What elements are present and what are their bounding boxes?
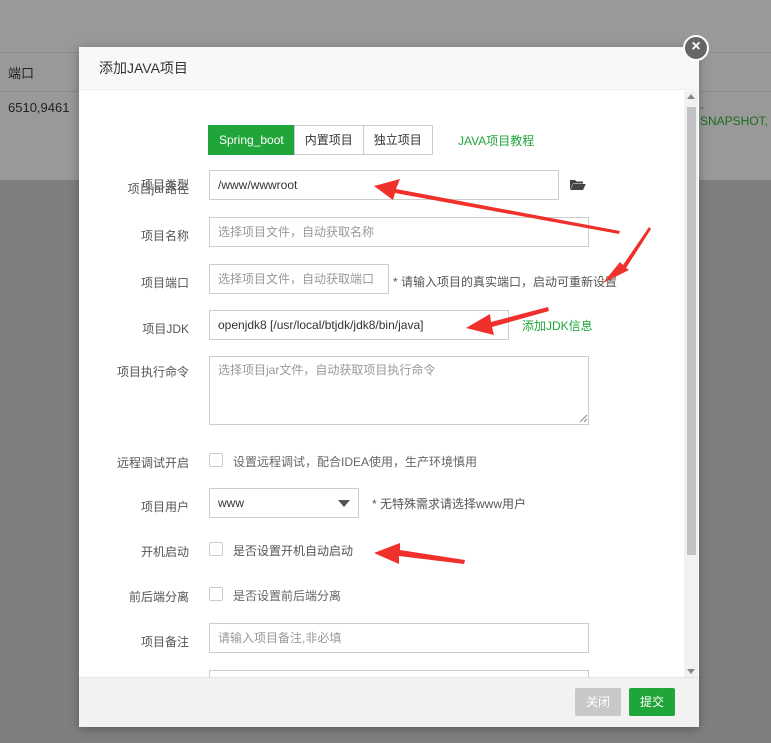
add-java-project-dialog: 添加JAVA项目 项目类型 Spring_boot 内置项目 独立项目 JAVA…	[79, 47, 699, 727]
scroll-down-icon[interactable]	[687, 669, 695, 674]
autostart-text: 是否设置开机自动启动	[233, 544, 354, 558]
remote-debug-text: 设置远程调试，配合IDEA使用，生产环境慎用	[233, 455, 478, 469]
port-input[interactable]: 选择项目文件，自动获取端口	[209, 264, 389, 294]
user-label: 项目用户	[140, 500, 189, 514]
autostart-label: 开机启动	[140, 545, 189, 559]
separation-checkbox[interactable]	[209, 587, 223, 601]
jar-path-input[interactable]: /www/wwwroot	[209, 170, 559, 200]
remark-input[interactable]: 请输入项目备注,非必填	[209, 623, 589, 653]
user-select[interactable]: www	[209, 488, 359, 518]
port-label: 项目端口	[140, 276, 189, 290]
type-builtin-button[interactable]: 内置项目	[293, 125, 364, 155]
scroll-up-icon[interactable]	[687, 94, 695, 99]
folder-open-icon[interactable]	[570, 179, 586, 194]
port-hint: * 请输入项目的真实端口，启动可重新设置	[393, 275, 618, 289]
dialog-scrollbar[interactable]	[684, 91, 698, 677]
user-hint: * 无特殊需求请选择www用户	[372, 497, 527, 511]
command-textarea[interactable]: 选择项目jar文件，自动获取项目执行命令	[209, 356, 589, 425]
user-select-value: www	[218, 496, 244, 510]
jdk-select[interactable]: openjdk8 [/usr/local/btjdk/jdk8/bin/java…	[209, 310, 509, 340]
type-standalone-button[interactable]: 独立项目	[362, 125, 433, 155]
java-tutorial-link[interactable]: JAVA项目教程	[458, 132, 534, 149]
add-jdk-link[interactable]: 添加JDK信息	[522, 317, 593, 334]
separation-text: 是否设置前后端分离	[233, 589, 342, 603]
background-port-value: 6510,9461	[8, 100, 70, 115]
remark-label: 项目备注	[140, 635, 189, 649]
dialog-footer: 关闭 提交	[79, 677, 699, 727]
dialog-title: 添加JAVA项目	[79, 47, 699, 90]
background-snapshot-text: -SNAPSHOT,	[700, 100, 769, 128]
jar-path-label: 项目jar路径	[127, 182, 189, 196]
remote-debug-label: 远程调试开启	[116, 456, 189, 470]
name-input[interactable]: 选择项目文件，自动获取名称	[209, 217, 589, 247]
command-label: 项目执行命令	[116, 365, 189, 379]
name-label: 项目名称	[140, 229, 189, 243]
dropdown-arrow-icon	[338, 500, 350, 507]
type-spring-boot-button[interactable]: Spring_boot	[208, 125, 295, 155]
close-button[interactable]: 关闭	[575, 688, 622, 716]
background-col-header: 端口	[8, 66, 35, 81]
dialog-body: 项目类型 Spring_boot 内置项目 独立项目 JAVA项目教程 项目ja…	[79, 90, 699, 678]
autostart-checkbox[interactable]	[209, 542, 223, 556]
jdk-label: 项目JDK	[142, 322, 189, 336]
resize-handle-icon[interactable]	[579, 414, 588, 423]
remote-debug-checkbox[interactable]	[209, 453, 223, 467]
submit-button[interactable]: 提交	[629, 688, 676, 716]
close-icon[interactable]: ×	[683, 35, 709, 61]
scrollbar-thumb[interactable]	[687, 107, 696, 555]
separation-label: 前后端分离	[128, 590, 189, 604]
project-type-group: Spring_boot 内置项目 独立项目	[208, 125, 433, 155]
